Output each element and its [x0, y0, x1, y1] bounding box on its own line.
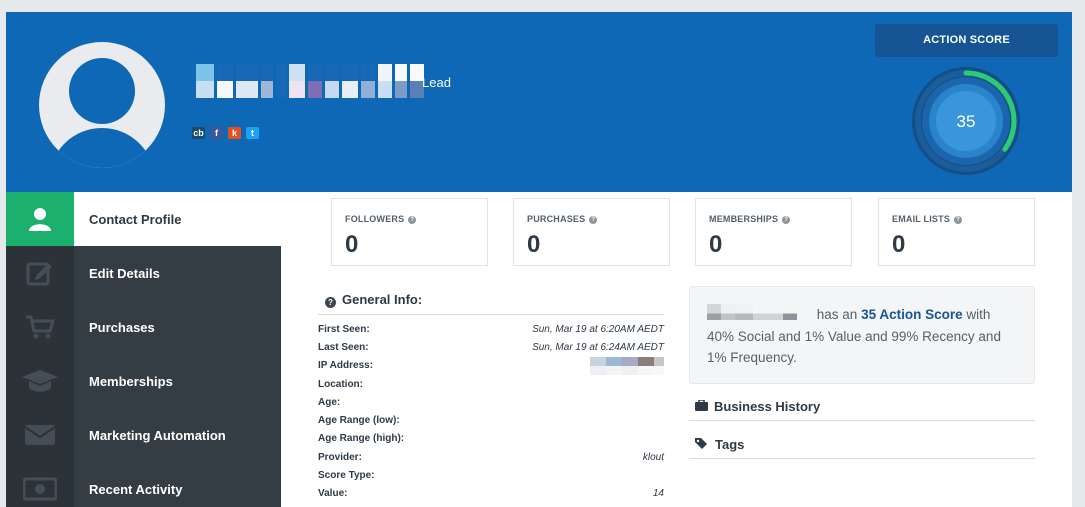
ip-address-redacted [590, 356, 664, 375]
divider [318, 314, 664, 315]
general-info-title: ? General Info: [325, 292, 422, 308]
stat-label: PURCHASES [527, 214, 586, 224]
stat-label: MEMBERSHIPS [709, 214, 779, 224]
stat-value: 0 [892, 231, 906, 258]
info-row-age: Age: [318, 396, 341, 408]
user-icon [6, 192, 74, 246]
profile-header: Lead cb f k t ACTION SCORE 35 [6, 12, 1072, 192]
info-row-score-type: Score Type: [318, 470, 375, 482]
purchases-card: PURCHASES? 0 [513, 198, 670, 266]
action-score-button[interactable]: ACTION SCORE [875, 24, 1058, 57]
contact-name-redacted [196, 64, 424, 98]
action-score-link[interactable]: 35 Action Score [861, 307, 963, 322]
sidebar-item-label: Memberships [89, 373, 173, 389]
contact-profile-frame: Lead cb f k t ACTION SCORE 35 Contact Profi… [6, 12, 1072, 507]
sidebar-item-edit-details[interactable]: Edit Details [6, 246, 281, 300]
general-info-table: First Seen: Sun, Mar 19 at 6:20AM AEDT La… [318, 320, 664, 503]
social-links: cb f k t [192, 127, 259, 139]
info-row-age-high: Age Range (high): [318, 433, 405, 445]
tags-section[interactable]: Tags [689, 437, 1035, 459]
sidebar-item-label: Contact Profile [89, 211, 182, 227]
avatar-body [49, 128, 155, 168]
sidebar-item-label: Recent Activity [89, 481, 183, 497]
stat-value: 0 [527, 231, 541, 258]
graduation-cap-icon [6, 354, 74, 408]
action-score-gauge: 35 [912, 67, 1020, 175]
cart-icon [6, 300, 74, 354]
help-icon[interactable]: ? [954, 215, 963, 224]
sidebar-item-label: Edit Details [89, 265, 160, 281]
question-circle-icon: ? [325, 297, 336, 308]
action-score-summary: has an 35 Action Score with 40% Social a… [689, 286, 1035, 384]
info-row-first-seen: First Seen: Sun, Mar 19 at 6:20AM AEDT [318, 323, 664, 335]
action-score-value: 35 [957, 112, 976, 131]
lead-status-label: Lead [422, 75, 451, 90]
help-icon[interactable]: ? [408, 215, 417, 224]
stat-value: 0 [345, 231, 359, 258]
stat-value: 0 [709, 231, 723, 258]
edit-icon [6, 246, 74, 300]
avatar-head [69, 58, 135, 124]
sidebar-item-label: Purchases [89, 319, 155, 335]
briefcase-icon [695, 399, 708, 414]
sidebar-item-contact-profile[interactable]: Contact Profile [6, 192, 281, 246]
info-row-age-low: Age Range (low): [318, 415, 400, 427]
twitter-icon[interactable]: t [246, 127, 259, 139]
sidebar-item-memberships[interactable]: Memberships [6, 354, 281, 408]
contact-name-redacted [707, 304, 813, 326]
facebook-icon[interactable]: f [210, 127, 223, 139]
crunchbase-icon[interactable]: cb [192, 127, 205, 139]
help-icon[interactable]: ? [782, 215, 791, 224]
money-icon [6, 462, 74, 507]
help-icon[interactable]: ? [589, 215, 598, 224]
info-row-value: Value: 14 [318, 488, 664, 500]
stat-label: FOLLOWERS [345, 214, 405, 224]
sidebar-item-marketing-automation[interactable]: Marketing Automation [6, 408, 281, 462]
sidebar-item-recent-activity[interactable]: Recent Activity [6, 462, 281, 507]
envelope-icon [6, 408, 74, 462]
info-row-provider: Provider: klout [318, 451, 664, 463]
tags-icon [695, 437, 709, 452]
business-history-section[interactable]: Business History [689, 399, 1035, 421]
info-row-location: Location: [318, 378, 363, 390]
avatar [39, 42, 165, 168]
followers-card: FOLLOWERS? 0 [331, 198, 488, 266]
stat-label: EMAIL LISTS [892, 214, 951, 224]
sidebar-item-purchases[interactable]: Purchases [6, 300, 281, 354]
memberships-card: MEMBERSHIPS? 0 [695, 198, 852, 266]
sidebar: Contact Profile Edit Details Purchases M… [6, 192, 281, 507]
info-row-last-seen: Last Seen: Sun, Mar 19 at 6:24AM AEDT [318, 341, 664, 353]
email-lists-card: EMAIL LISTS? 0 [878, 198, 1035, 266]
klout-icon[interactable]: k [228, 127, 241, 139]
info-row-ip-address: IP Address: [318, 356, 664, 375]
sidebar-item-label: Marketing Automation [89, 427, 226, 443]
